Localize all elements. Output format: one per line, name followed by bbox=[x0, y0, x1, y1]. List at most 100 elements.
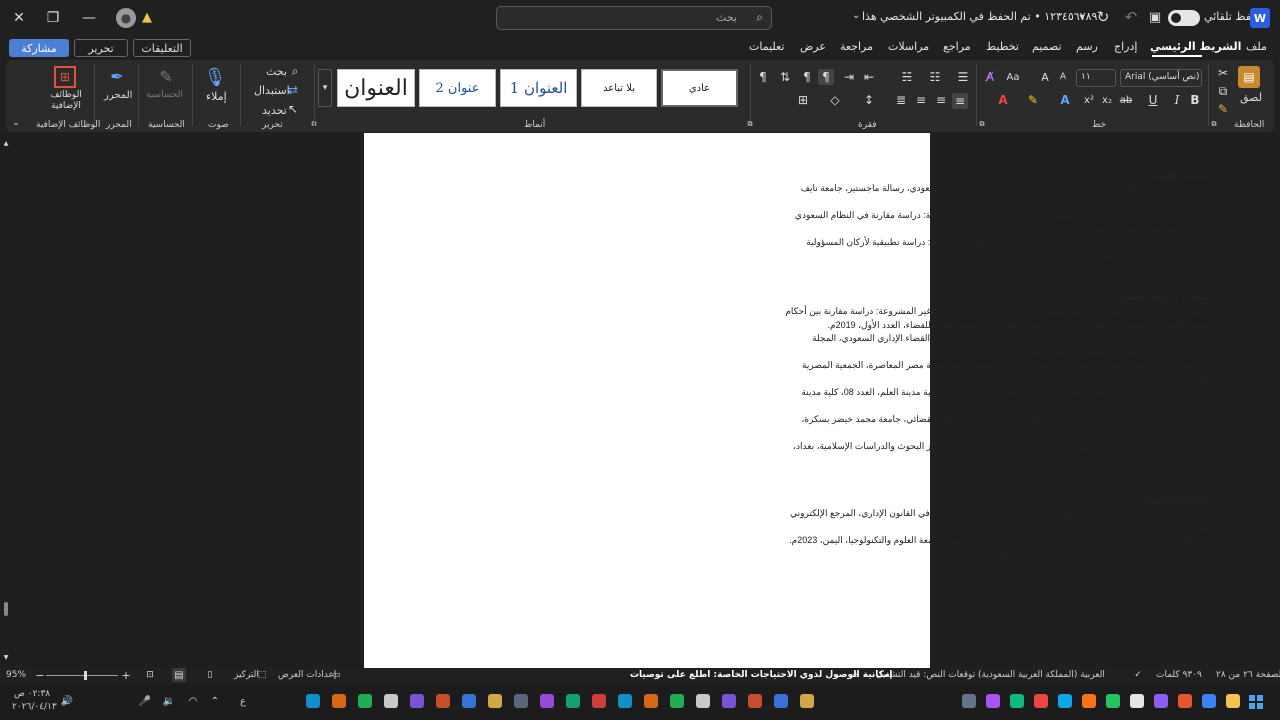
align-right-icon[interactable]: ≡ bbox=[952, 93, 968, 109]
tab-help[interactable]: تعليمات bbox=[749, 40, 784, 53]
style-heading-1[interactable]: العنوان 1 bbox=[500, 69, 577, 107]
taskbar-app-icon[interactable] bbox=[1034, 694, 1048, 708]
font-name-select[interactable]: Arial (نص أساسي) bbox=[1120, 69, 1202, 87]
taskbar-app-icon[interactable] bbox=[644, 694, 658, 708]
tab-review[interactable]: مراجعة bbox=[840, 40, 873, 53]
taskbar-app-icon[interactable] bbox=[1106, 694, 1120, 708]
taskbar-app-icon[interactable] bbox=[1010, 694, 1024, 708]
print-layout-icon[interactable]: ▤ bbox=[172, 668, 186, 682]
dialog-launcher-icon[interactable]: ⧉ bbox=[978, 120, 986, 128]
taskbar-app-icon[interactable] bbox=[332, 694, 346, 708]
display-settings[interactable]: إعدادات العرض bbox=[278, 670, 336, 680]
speaker-icon[interactable]: 🔉 bbox=[162, 694, 176, 708]
dialog-launcher-icon[interactable]: ⧉ bbox=[1210, 120, 1218, 128]
taskbar-app-icon[interactable] bbox=[748, 694, 762, 708]
style-no-spacing[interactable]: بلا تباعد bbox=[581, 69, 657, 107]
zoom-slider-thumb[interactable] bbox=[84, 671, 87, 680]
tab-mailings[interactable]: مراسلات bbox=[888, 40, 929, 53]
taskbar-app-icon[interactable] bbox=[488, 694, 502, 708]
editor-button[interactable]: المحرر bbox=[104, 90, 132, 101]
grow-font-icon[interactable]: A bbox=[1038, 70, 1052, 84]
volume-icon[interactable]: 🔊 bbox=[60, 694, 74, 708]
tab-insert[interactable]: إدراج bbox=[1114, 40, 1137, 53]
strikethrough-icon[interactable]: ab bbox=[1118, 93, 1134, 107]
taskbar-app-icon[interactable] bbox=[1226, 694, 1240, 708]
redo-icon[interactable]: ↻ bbox=[1094, 8, 1112, 26]
restore-icon[interactable]: ❐ bbox=[40, 6, 66, 30]
shading-icon[interactable]: ◇ bbox=[828, 93, 842, 107]
tab-file[interactable]: ملف bbox=[1246, 40, 1267, 53]
change-case-icon[interactable]: Aa bbox=[1004, 70, 1022, 84]
zoom-slider[interactable] bbox=[46, 675, 118, 676]
copy-icon[interactable]: ⧉ bbox=[1216, 84, 1230, 98]
style-normal[interactable]: عادي bbox=[661, 69, 738, 107]
editor-icon[interactable]: ✒ bbox=[106, 66, 128, 86]
microphone-icon[interactable]: 🎙 bbox=[204, 66, 227, 88]
taskbar-app-icon[interactable] bbox=[1202, 694, 1216, 708]
read-mode-icon[interactable]: ▯ bbox=[204, 669, 216, 681]
ltr-direction-icon[interactable]: ¶ bbox=[800, 70, 814, 84]
close-icon[interactable]: ✕ bbox=[6, 6, 32, 30]
taskbar-app-icon[interactable] bbox=[722, 694, 736, 708]
align-left-icon[interactable]: ≡ bbox=[914, 93, 928, 107]
taskbar-app-icon[interactable] bbox=[1178, 694, 1192, 708]
clock-time[interactable]: ٠٢:٣٨ ص bbox=[14, 689, 50, 699]
scrollbar-thumb[interactable] bbox=[4, 602, 8, 616]
scroll-up-icon[interactable]: ▲ bbox=[2, 140, 10, 147]
bold-icon[interactable]: B bbox=[1188, 93, 1202, 107]
tab-references[interactable]: مراجع bbox=[943, 40, 971, 53]
align-center-icon[interactable]: ≡ bbox=[934, 93, 948, 107]
font-size-select[interactable]: ١١ bbox=[1076, 69, 1116, 87]
vertical-scrollbar[interactable]: ▲ ▼ bbox=[2, 140, 10, 661]
increase-indent-icon[interactable]: ⇥ bbox=[842, 70, 856, 84]
taskbar-app-icon[interactable] bbox=[962, 694, 976, 708]
microphone-tray-icon[interactable]: 🎤 bbox=[138, 694, 152, 708]
styles-more-icon[interactable]: ▾ bbox=[318, 69, 332, 107]
windows-start-icon[interactable] bbox=[1248, 694, 1264, 710]
taskbar-app-icon[interactable] bbox=[384, 694, 398, 708]
style-title[interactable]: العنوان bbox=[337, 69, 415, 107]
taskbar-app-icon[interactable] bbox=[410, 694, 424, 708]
clock-date[interactable]: ٢٠٢٦/٠٤/١٣ bbox=[12, 702, 57, 712]
superscript-icon[interactable]: x² bbox=[1082, 93, 1096, 107]
paste-button[interactable]: لصق bbox=[1240, 91, 1262, 104]
save-icon[interactable]: ▣ bbox=[1146, 8, 1164, 26]
taskbar-app-icon[interactable] bbox=[514, 694, 528, 708]
comments-button[interactable]: التعليقات bbox=[133, 39, 191, 57]
numbering-icon[interactable]: ☷ bbox=[928, 70, 942, 84]
cut-icon[interactable]: ✂ bbox=[1216, 66, 1230, 80]
taskbar-app-icon[interactable] bbox=[618, 694, 632, 708]
search-input[interactable]: بحث bbox=[716, 11, 737, 24]
word-count[interactable]: ٩٣٠٩ كلمات bbox=[1156, 670, 1202, 680]
taskbar-app-icon[interactable] bbox=[1058, 694, 1072, 708]
add-ins-icon[interactable]: ⊞ bbox=[54, 66, 76, 88]
clear-formatting-icon[interactable]: A̸ bbox=[982, 70, 998, 84]
replace-button[interactable]: استبدال bbox=[254, 84, 290, 97]
input-language[interactable]: ع bbox=[240, 696, 246, 707]
share-button[interactable]: مشاركة bbox=[9, 39, 69, 57]
taskbar-app-icon[interactable] bbox=[436, 694, 450, 708]
zoom-level[interactable]: 95% bbox=[6, 670, 26, 680]
tab-design[interactable]: تصميم bbox=[1032, 40, 1062, 53]
subscript-icon[interactable]: x₂ bbox=[1100, 93, 1114, 107]
dialog-launcher-icon[interactable]: ⧉ bbox=[746, 120, 754, 128]
minimize-icon[interactable]: — bbox=[76, 6, 102, 30]
justify-icon[interactable]: ≣ bbox=[894, 93, 908, 107]
multilevel-list-icon[interactable]: ☵ bbox=[900, 70, 914, 84]
taskbar-app-icon[interactable] bbox=[1130, 694, 1144, 708]
tab-view[interactable]: عرض bbox=[800, 40, 826, 53]
taskbar-app-icon[interactable] bbox=[566, 694, 580, 708]
zoom-in-icon[interactable]: + bbox=[120, 669, 132, 682]
autosave-toggle[interactable] bbox=[1168, 10, 1200, 26]
document-title[interactable]: ١٢٣٤٥٦٧٨٩ • تم الحفظ في الكمبيوتر الشخصي… bbox=[862, 10, 1097, 23]
sort-icon[interactable]: ⇅ bbox=[778, 70, 792, 84]
taskbar-app-icon[interactable] bbox=[592, 694, 606, 708]
tab-draw[interactable]: رسم bbox=[1076, 40, 1098, 53]
display-settings-icon[interactable]: ▭ bbox=[330, 669, 342, 681]
taskbar-app-icon[interactable] bbox=[670, 694, 684, 708]
text-effects-icon[interactable]: A bbox=[1058, 93, 1072, 107]
taskbar-app-icon[interactable] bbox=[696, 694, 710, 708]
focus-icon[interactable]: ⬚ bbox=[256, 669, 268, 681]
taskbar-app-icon[interactable] bbox=[774, 694, 788, 708]
web-layout-icon[interactable]: ⊡ bbox=[144, 669, 156, 681]
